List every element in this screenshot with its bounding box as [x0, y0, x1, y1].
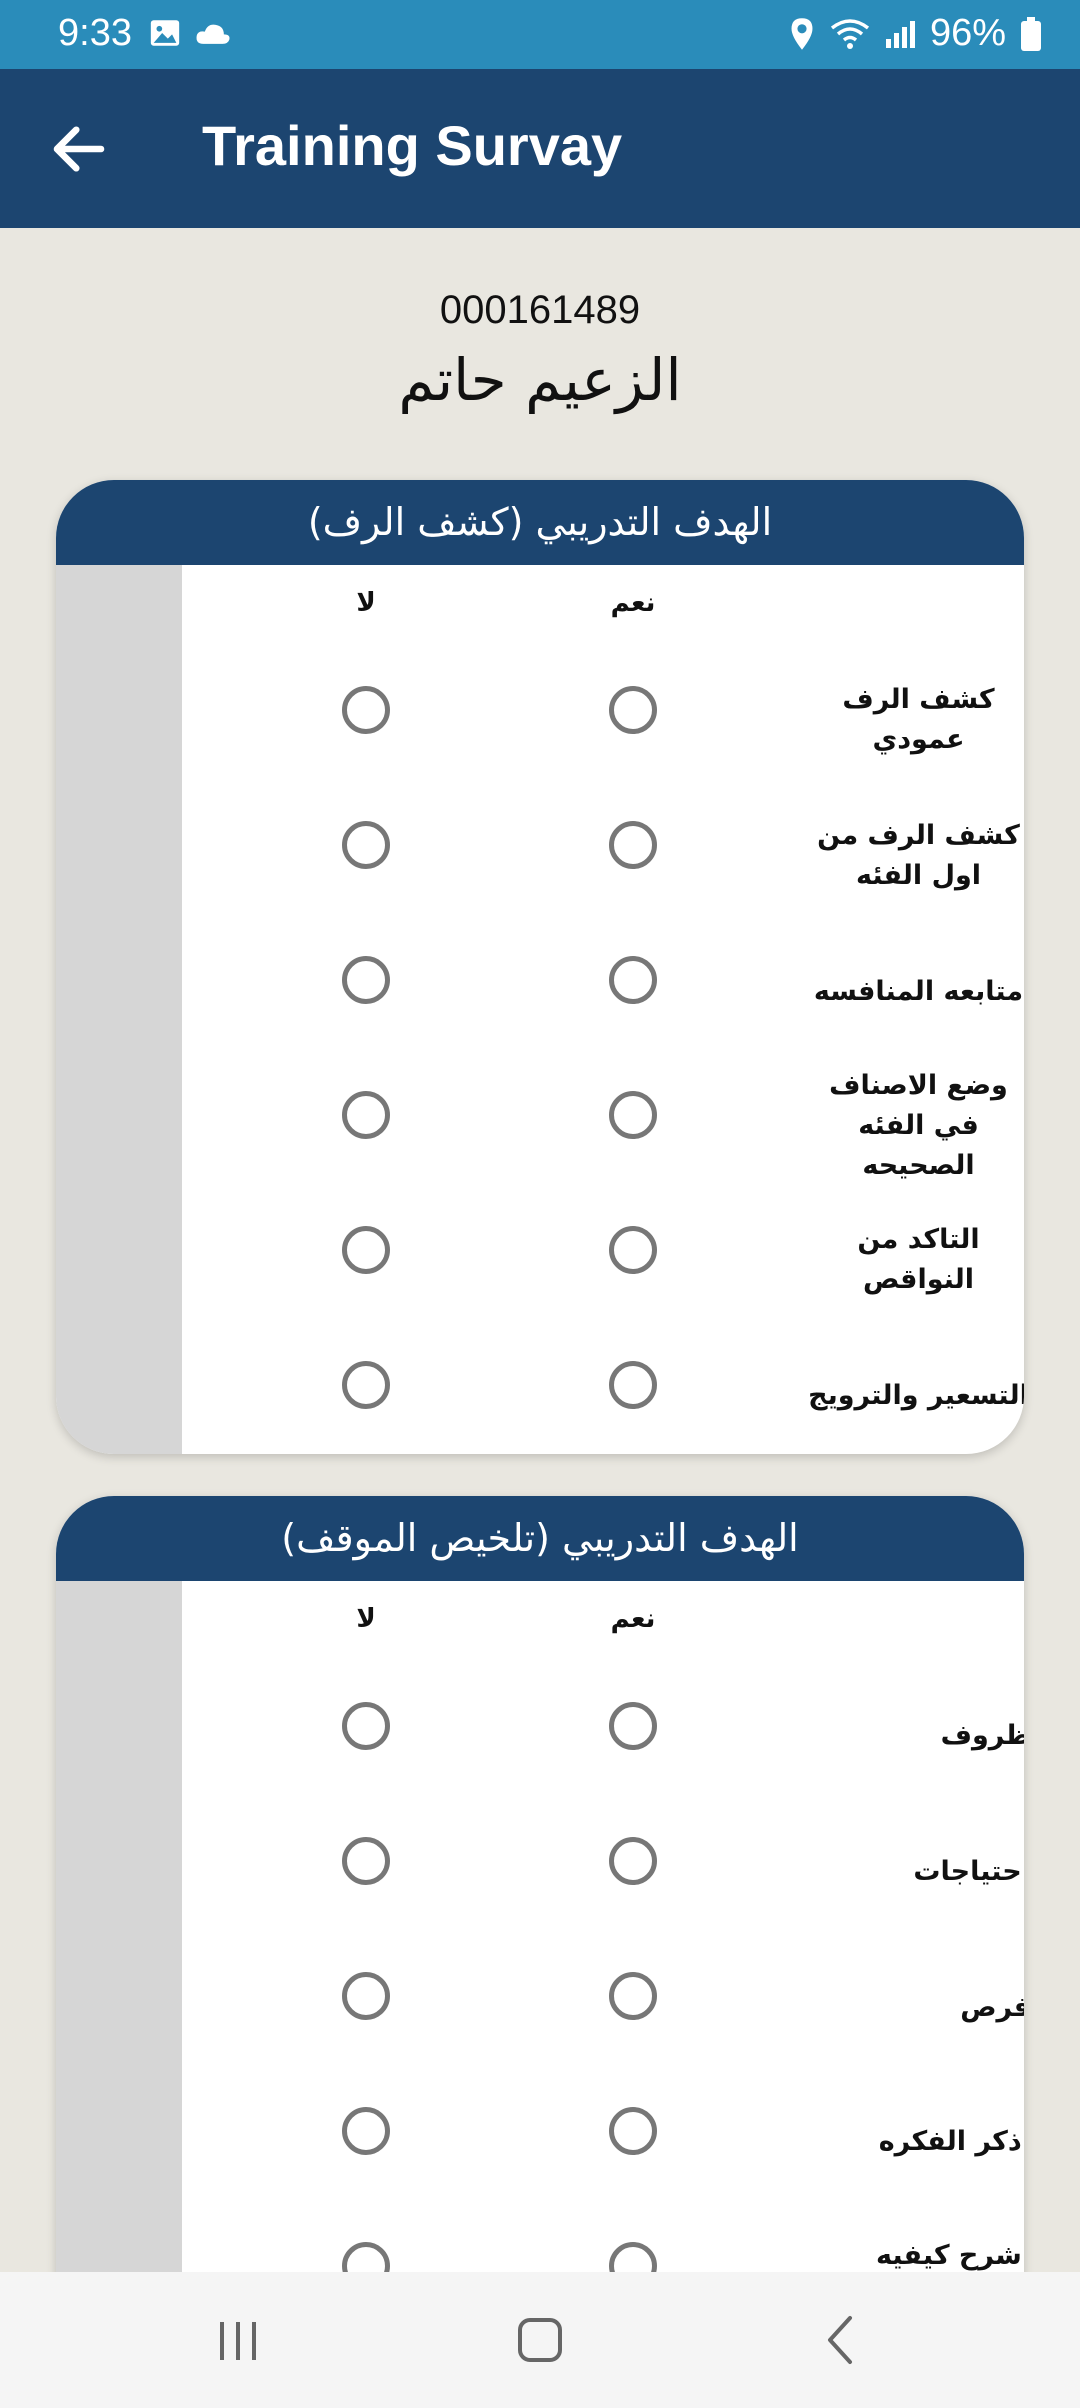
- question-label: وضع الاصناف في الفئه الصحيحه: [829, 1070, 1008, 1181]
- back-nav-icon[interactable]: [812, 2310, 872, 2370]
- question-label: التاكد من النواقص: [857, 1224, 980, 1295]
- radio-yes[interactable]: [609, 1702, 657, 1750]
- radio-no[interactable]: [342, 1972, 390, 2020]
- radio-no[interactable]: [342, 1091, 390, 1139]
- no-column-header: لا: [356, 1604, 376, 1634]
- signal-icon: [885, 20, 915, 48]
- radio-yes[interactable]: [609, 686, 657, 734]
- survey-section-card: الهدف التدريبي (كشف الرف) لا نعم كشف الر…: [56, 480, 1024, 1454]
- radio-no[interactable]: [342, 1361, 390, 1409]
- yes-column-header: نعم: [610, 1604, 656, 1634]
- question-label: اشرح كيفيه تنفيذ: [875, 2240, 1024, 2271]
- employee-id: 000161489: [439, 288, 641, 332]
- cloud-icon: [196, 24, 230, 44]
- radio-yes[interactable]: [609, 1361, 657, 1409]
- status-left-icons: [148, 16, 232, 50]
- radio-yes[interactable]: [609, 1226, 657, 1274]
- survey-section-card: الهدف التدريبي (تلخيص الموقف) لا نعم ظرو…: [56, 1496, 1024, 2272]
- battery-icon: [1021, 16, 1041, 51]
- question-label: كشف الرف من اول الفئه: [817, 820, 1020, 891]
- question-label: التسعير والترويج: [808, 1380, 1024, 1411]
- page-title: Training Survay: [202, 114, 623, 177]
- app-bar: Training Survay: [0, 69, 1080, 228]
- question-label: ظروف: [940, 1720, 1024, 1751]
- arrow-left-icon[interactable]: [46, 116, 112, 182]
- yes-column-header: نعم: [610, 588, 656, 618]
- radio-yes[interactable]: [609, 821, 657, 869]
- radio-yes[interactable]: [609, 2107, 657, 2155]
- question-label: متابعه المنافسه: [813, 976, 1024, 1007]
- radio-yes[interactable]: [609, 956, 657, 1004]
- radio-no[interactable]: [342, 2107, 390, 2155]
- radio-yes[interactable]: [609, 1972, 657, 2020]
- radio-no[interactable]: [342, 1837, 390, 1885]
- radio-yes[interactable]: [609, 2242, 657, 2272]
- location-icon: [791, 17, 813, 50]
- radio-no[interactable]: [342, 956, 390, 1004]
- survey-content[interactable]: 000161489 الزعيم حاتم الهدف التدريبي (كش…: [0, 228, 1080, 2272]
- status-bar: 9:33 96%: [0, 0, 1080, 69]
- radio-yes[interactable]: [609, 1091, 657, 1139]
- radio-no[interactable]: [342, 1702, 390, 1750]
- employee-name: الزعيم حاتم: [398, 346, 682, 414]
- section-title: الهدف التدريبي (تلخيص الموقف): [56, 1496, 1024, 1581]
- question-label: فرص: [960, 1992, 1024, 2023]
- gallery-icon: [150, 20, 180, 46]
- status-right-icons: 96%: [788, 12, 1042, 55]
- wifi-icon: [830, 18, 870, 49]
- radio-yes[interactable]: [609, 1837, 657, 1885]
- section-side-strip: [56, 565, 182, 1454]
- question-label: كشف الرف عمودي: [842, 684, 995, 755]
- status-time: 9:33: [58, 12, 132, 54]
- section-side-strip: [56, 1581, 182, 2272]
- no-column-header: لا: [356, 588, 376, 618]
- radio-no[interactable]: [342, 686, 390, 734]
- battery-percent: 96%: [929, 12, 1006, 54]
- system-nav-bar: [0, 2272, 1080, 2408]
- radio-no[interactable]: [342, 1226, 390, 1274]
- recent-apps-icon[interactable]: [208, 2310, 268, 2370]
- home-icon[interactable]: [510, 2310, 570, 2370]
- question-label: احتياجات: [913, 1856, 1024, 1887]
- section-title: الهدف التدريبي (كشف الرف): [56, 480, 1024, 565]
- radio-no[interactable]: [342, 2242, 390, 2272]
- question-label: اذكر الفكره: [878, 2126, 1024, 2157]
- radio-no[interactable]: [342, 821, 390, 869]
